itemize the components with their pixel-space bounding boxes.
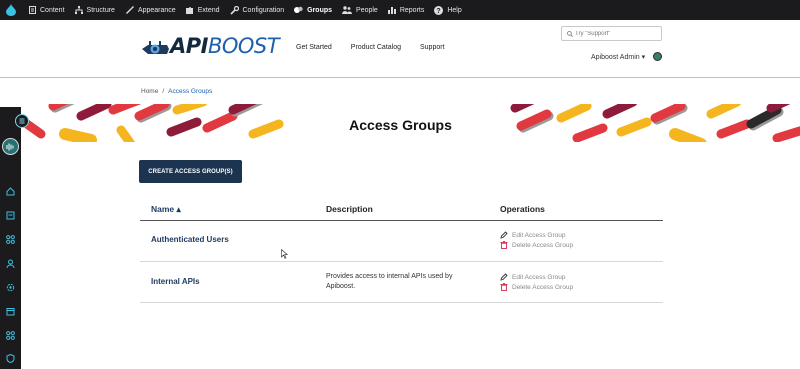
logo-wordmark: APIBOOST: [170, 34, 280, 58]
trash-icon: [500, 241, 508, 249]
structure-grid-icon[interactable]: [5, 234, 16, 245]
edit-access-group-link[interactable]: Edit Access Group: [500, 272, 573, 282]
toolbar-content-label: Content: [40, 6, 65, 14]
delete-label: Delete Access Group: [512, 283, 574, 291]
toolbar-help[interactable]: ? Help: [429, 0, 466, 20]
toolbar-people[interactable]: People: [337, 0, 383, 20]
nav-product-catalog[interactable]: Product Catalog: [351, 44, 401, 51]
access-groups-table: Name ▴ Description Operations Authentica…: [140, 199, 663, 303]
menu-icon: [19, 118, 25, 124]
shield-icon[interactable]: [5, 353, 16, 364]
edit-label: Edit Access Group: [512, 273, 566, 281]
sidebar-avatar[interactable]: [2, 138, 19, 155]
delete-access-group-link[interactable]: Delete Access Group: [500, 282, 573, 292]
toolbar-groups-label: Groups: [307, 6, 333, 14]
logo-api-text: API: [170, 34, 208, 58]
logo-boost-text: BOOST: [207, 34, 280, 58]
edit-access-group-link[interactable]: Edit Access Group: [500, 230, 573, 240]
table-header: Name ▴ Description Operations: [140, 199, 663, 221]
pencil-icon: [500, 231, 508, 239]
toolbar-structure-label: Structure: [86, 6, 115, 14]
mouse-cursor-icon: [281, 249, 288, 259]
operations-column-header: Operations: [500, 204, 545, 214]
home-icon[interactable]: [5, 186, 16, 197]
toolbar-reports-label: Reports: [399, 6, 425, 14]
table-row: Authenticated Users Edit Access Group De…: [140, 221, 663, 262]
calendar-icon[interactable]: [5, 306, 16, 317]
settings-icon[interactable]: [5, 282, 16, 293]
nav-support[interactable]: Support: [420, 44, 445, 51]
group-description: Provides access to internal APIs used by…: [326, 273, 453, 291]
brush-icon: [125, 6, 134, 14]
search-input[interactable]: [575, 30, 660, 37]
row-operations: Edit Access Group Delete Access Group: [500, 272, 573, 292]
drupal-home-icon[interactable]: [0, 0, 22, 20]
toolbar-configuration-label: Configuration: [242, 6, 285, 14]
robot-logo-icon: [142, 40, 169, 54]
content-icon[interactable]: [5, 210, 16, 221]
groups-icon: [294, 6, 303, 13]
create-access-group-button[interactable]: CREATE ACCESS GROUP(S): [139, 160, 242, 183]
people-icon: [342, 6, 353, 14]
table-row: Internal APIs Provides access to interna…: [140, 262, 663, 303]
toolbar-appearance-label: Appearance: [137, 6, 176, 14]
toolbar-content[interactable]: Content: [24, 0, 70, 20]
delete-label: Delete Access Group: [512, 241, 574, 249]
toolbar-extend[interactable]: Extend: [181, 0, 225, 20]
wrench-icon: [229, 5, 239, 15]
toolbar-configuration[interactable]: Configuration: [225, 0, 290, 20]
edit-label: Edit Access Group: [512, 231, 566, 239]
admin-toolbar: Content Structure Appearance Extend Conf…: [0, 0, 800, 20]
breadcrumb-home[interactable]: Home: [141, 88, 158, 95]
group-name-link[interactable]: Authenticated Users: [151, 235, 229, 244]
pencil-icon: [500, 273, 508, 281]
toolbar-reports[interactable]: Reports: [383, 0, 430, 20]
user-menu[interactable]: Apiboost Admin ▾: [591, 53, 645, 61]
breadcrumb: Home / Access Groups: [141, 88, 212, 95]
svg-text:?: ?: [437, 8, 441, 15]
delete-access-group-link[interactable]: Delete Access Group: [500, 240, 573, 250]
reports-icon: [387, 7, 396, 14]
row-operations: Edit Access Group Delete Access Group: [500, 230, 573, 250]
sidebar-toggle-button[interactable]: [15, 114, 29, 128]
description-column-header: Description: [326, 204, 373, 214]
apps-icon[interactable]: [5, 330, 16, 341]
puzzle-icon: [185, 7, 193, 14]
nav-get-started[interactable]: Get Started: [296, 44, 332, 51]
toolbar-structure[interactable]: Structure: [70, 0, 120, 20]
group-name-link[interactable]: Internal APIs: [151, 277, 200, 286]
search-icon: [567, 30, 573, 37]
toolbar-people-label: People: [356, 6, 378, 14]
breadcrumb-separator: /: [162, 88, 165, 95]
site-header: APIBOOST Get Started Product Catalog Sup…: [0, 20, 800, 78]
breadcrumb-current[interactable]: Access Groups: [168, 88, 212, 95]
apiboost-logo[interactable]: APIBOOST: [140, 34, 280, 58]
structure-icon: [74, 6, 83, 14]
name-column-header[interactable]: Name ▴: [151, 204, 181, 215]
toolbar-appearance[interactable]: Appearance: [120, 0, 181, 20]
waveform-icon: [6, 143, 14, 150]
toolbar-help-label: Help: [447, 6, 462, 14]
toolbar-extend-label: Extend: [197, 6, 220, 14]
user-avatar[interactable]: [653, 52, 662, 61]
page-title: Access Groups: [349, 117, 452, 133]
toolbar-groups[interactable]: Groups: [289, 0, 337, 20]
search-box[interactable]: [561, 26, 662, 41]
document-icon: [29, 6, 36, 14]
trash-icon: [500, 283, 508, 291]
main-nav: Get Started Product Catalog Support: [296, 44, 445, 51]
page-root: Content Structure Appearance Extend Conf…: [0, 0, 800, 369]
help-icon: ?: [434, 5, 444, 15]
user-icon[interactable]: [5, 258, 16, 269]
